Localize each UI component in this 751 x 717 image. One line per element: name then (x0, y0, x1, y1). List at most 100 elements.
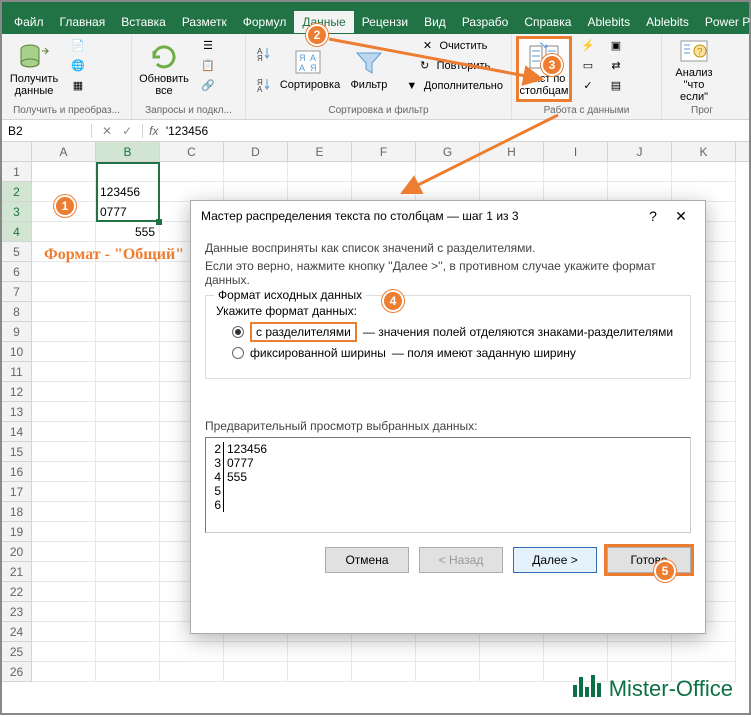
row-header[interactable]: 24 (2, 622, 32, 642)
whatif-button[interactable]: ? Анализ "что если" (666, 36, 722, 102)
dialog-close-button[interactable]: ✕ (667, 208, 695, 225)
dialog-finish-button[interactable]: Готово (607, 547, 691, 573)
row-header[interactable]: 7 (2, 282, 32, 302)
queries-button[interactable]: ☰ (196, 36, 220, 56)
flash-fill-button[interactable]: ⚡ (576, 36, 600, 56)
fx-icon[interactable]: fx (149, 124, 158, 138)
row-header[interactable]: 9 (2, 322, 32, 342)
tab-ablebits-1[interactable]: Ablebits (579, 11, 638, 33)
row-header[interactable]: 23 (2, 602, 32, 622)
cell[interactable] (480, 642, 544, 662)
cell[interactable] (96, 642, 160, 662)
col-header[interactable]: E (288, 142, 352, 161)
cell[interactable] (32, 582, 96, 602)
cell[interactable] (288, 662, 352, 682)
col-header[interactable]: I (544, 142, 608, 161)
from-table-button[interactable]: ▦ (66, 76, 90, 96)
cell[interactable] (160, 642, 224, 662)
sort-asc-button[interactable]: AЯ (252, 44, 276, 64)
row-header[interactable]: 3 (2, 202, 32, 222)
cell[interactable] (96, 282, 160, 302)
cell[interactable] (96, 322, 160, 342)
cell[interactable] (96, 582, 160, 602)
row-header[interactable]: 12 (2, 382, 32, 402)
cell[interactable] (96, 162, 160, 182)
row-header[interactable]: 16 (2, 462, 32, 482)
cell[interactable] (32, 602, 96, 622)
cell[interactable] (416, 642, 480, 662)
select-all-corner[interactable] (2, 142, 32, 161)
cell[interactable] (32, 362, 96, 382)
tab-developer[interactable]: Разрабо (454, 11, 517, 33)
cell[interactable] (288, 642, 352, 662)
cell[interactable] (224, 182, 288, 202)
clear-filter-button[interactable]: ✕Очистить (400, 36, 507, 56)
cell[interactable] (416, 662, 480, 682)
cell[interactable] (96, 502, 160, 522)
row-header[interactable]: 26 (2, 662, 32, 682)
col-header[interactable]: K (672, 142, 736, 161)
radio-delimited-label[interactable]: с разделителями (250, 322, 357, 342)
col-header[interactable]: J (608, 142, 672, 161)
filter-button[interactable]: Фильтр (342, 36, 396, 102)
tab-formulas[interactable]: Формул (235, 11, 295, 33)
cell[interactable] (32, 222, 96, 242)
row-header[interactable]: 10 (2, 342, 32, 362)
row-header[interactable]: 22 (2, 582, 32, 602)
cell[interactable] (32, 622, 96, 642)
row-header[interactable]: 18 (2, 502, 32, 522)
enter-formula-icon[interactable]: ✓ (122, 124, 132, 138)
cell[interactable] (608, 182, 672, 202)
from-web-button[interactable]: 🌐 (66, 56, 90, 76)
cell[interactable] (32, 342, 96, 362)
row-header[interactable]: 1 (2, 162, 32, 182)
sort-desc-button[interactable]: ЯA (252, 75, 276, 95)
get-data-button[interactable]: Получить данные (6, 36, 62, 102)
name-box[interactable]: B2 (2, 124, 92, 138)
tab-help[interactable]: Справка (516, 11, 579, 33)
properties-button[interactable]: 📋 (196, 56, 220, 76)
cell[interactable] (96, 442, 160, 462)
cell[interactable] (32, 522, 96, 542)
cell[interactable] (352, 162, 416, 182)
data-validation-button[interactable]: ✓ (576, 76, 600, 96)
row-header[interactable]: 21 (2, 562, 32, 582)
relations-button[interactable]: ⇄ (604, 56, 628, 76)
advanced-filter-button[interactable]: ▼Дополнительно (400, 76, 507, 96)
cell[interactable]: 123456 (96, 182, 160, 202)
cell[interactable] (32, 642, 96, 662)
cell[interactable] (32, 402, 96, 422)
cell[interactable] (32, 442, 96, 462)
cell[interactable] (672, 162, 736, 182)
cell[interactable] (96, 602, 160, 622)
sort-button[interactable]: ЯААЯ Сортировка (282, 36, 338, 102)
cell[interactable] (96, 382, 160, 402)
tab-insert[interactable]: Вставка (113, 11, 174, 33)
cell[interactable] (96, 302, 160, 322)
cell[interactable] (480, 182, 544, 202)
tab-review[interactable]: Рецензи (354, 11, 416, 33)
cell[interactable] (544, 162, 608, 182)
cell[interactable] (96, 462, 160, 482)
reapply-button[interactable]: ↻Повторить (400, 56, 507, 76)
cell[interactable] (96, 562, 160, 582)
cell[interactable] (96, 522, 160, 542)
cell[interactable] (224, 162, 288, 182)
col-header[interactable]: C (160, 142, 224, 161)
cell[interactable] (416, 182, 480, 202)
cell[interactable] (32, 662, 96, 682)
cell[interactable] (96, 422, 160, 442)
cell[interactable] (32, 262, 96, 282)
remove-dup-button[interactable]: ▭ (576, 56, 600, 76)
cell[interactable] (32, 282, 96, 302)
cell[interactable]: 555 (96, 222, 160, 242)
row-header[interactable]: 5 (2, 242, 32, 262)
cell[interactable] (352, 662, 416, 682)
from-text-button[interactable]: 📄 (66, 36, 90, 56)
consolidate-button[interactable]: ▣ (604, 36, 628, 56)
cell[interactable] (160, 162, 224, 182)
cell[interactable] (608, 642, 672, 662)
radio-fixed-width-label[interactable]: фиксированной ширины (250, 346, 386, 360)
cell[interactable] (32, 382, 96, 402)
cell[interactable] (32, 422, 96, 442)
